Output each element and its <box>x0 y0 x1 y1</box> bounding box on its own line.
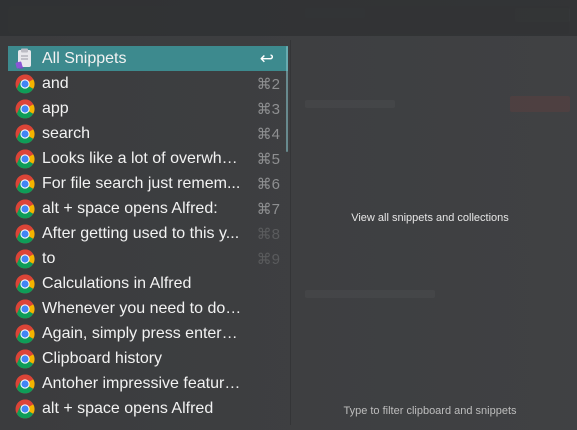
result-label: search <box>42 124 91 142</box>
result-row[interactable]: Antoher impressive feature is... <box>8 371 288 396</box>
results-list: All Snippets ↩ and ⌘2 app ⌘3 search ⌘4 L… <box>8 46 288 421</box>
result-shortcut: ⌘7 <box>256 200 280 218</box>
search-bar <box>0 0 577 36</box>
chrome-icon <box>14 148 36 170</box>
result-row[interactable]: search ⌘4 <box>8 121 288 146</box>
chrome-icon <box>14 273 36 295</box>
result-row[interactable]: alt + space opens Alfred <box>8 396 288 421</box>
result-row[interactable]: and ⌘2 <box>8 71 288 96</box>
result-row[interactable]: For file search just remem... ⌘6 <box>8 171 288 196</box>
search-input[interactable] <box>8 6 569 34</box>
snippets-icon <box>14 48 36 70</box>
result-row[interactable]: Calculations in Alfred <box>8 271 288 296</box>
result-label: All Snippets <box>42 49 127 67</box>
result-shortcut: ⌘3 <box>256 100 280 118</box>
result-label: For file search just remem... <box>42 174 241 192</box>
result-shortcut: ⌘9 <box>256 250 280 268</box>
chrome-icon <box>14 198 36 220</box>
result-label: app <box>42 99 69 117</box>
result-label: Antoher impressive feature is... <box>42 374 248 392</box>
alfred-window: All Snippets ↩ and ⌘2 app ⌘3 search ⌘4 L… <box>0 0 577 430</box>
result-label: Whenever you need to do relat... <box>42 299 248 317</box>
result-row[interactable]: to ⌘9 <box>8 246 288 271</box>
chrome-icon <box>14 73 36 95</box>
result-row[interactable]: Again, simply press enter to sa... <box>8 321 288 346</box>
footer-hint: Type to filter clipboard and snippets <box>343 405 517 417</box>
chrome-icon <box>14 173 36 195</box>
result-row[interactable]: Clipboard history <box>8 346 288 371</box>
result-label: Clipboard history <box>42 349 163 367</box>
result-row[interactable]: alt + space opens Alfred: ⌘7 <box>8 196 288 221</box>
chrome-icon <box>14 123 36 145</box>
result-shortcut: ⌘2 <box>256 75 280 93</box>
result-row[interactable]: All Snippets ↩ <box>8 46 288 71</box>
divider <box>290 40 291 425</box>
return-key-icon: ↩ <box>259 48 274 68</box>
chrome-icon <box>14 398 36 420</box>
chrome-icon <box>14 298 36 320</box>
result-row[interactable]: After getting used to this y... ⌘8 <box>8 221 288 246</box>
result-shortcut: ⌘5 <box>256 150 280 168</box>
result-row[interactable]: Looks like a lot of overwhe... ⌘5 <box>8 146 288 171</box>
result-label: and <box>42 74 69 92</box>
result-label: After getting used to this y... <box>42 224 240 242</box>
preview-subtitle: View all snippets and collections <box>351 212 509 224</box>
result-label: alt + space opens Alfred <box>42 399 214 417</box>
result-label: to <box>42 249 56 267</box>
chrome-icon <box>14 323 36 345</box>
chrome-icon <box>14 248 36 270</box>
chrome-icon <box>14 223 36 245</box>
result-label: Again, simply press enter to sa... <box>42 324 248 342</box>
chrome-icon <box>14 348 36 370</box>
result-row[interactable]: app ⌘3 <box>8 96 288 121</box>
scrollbar[interactable] <box>286 46 288 152</box>
result-shortcut: ⌘8 <box>256 225 280 243</box>
chrome-icon <box>14 373 36 395</box>
result-label: Calculations in Alfred <box>42 274 192 292</box>
result-shortcut: ⌘4 <box>256 125 280 143</box>
result-label: Looks like a lot of overwhe... <box>42 149 244 167</box>
result-row[interactable]: Whenever you need to do relat... <box>8 296 288 321</box>
chrome-icon <box>14 98 36 120</box>
result-label: alt + space opens Alfred: <box>42 199 218 217</box>
result-shortcut: ⌘6 <box>256 175 280 193</box>
